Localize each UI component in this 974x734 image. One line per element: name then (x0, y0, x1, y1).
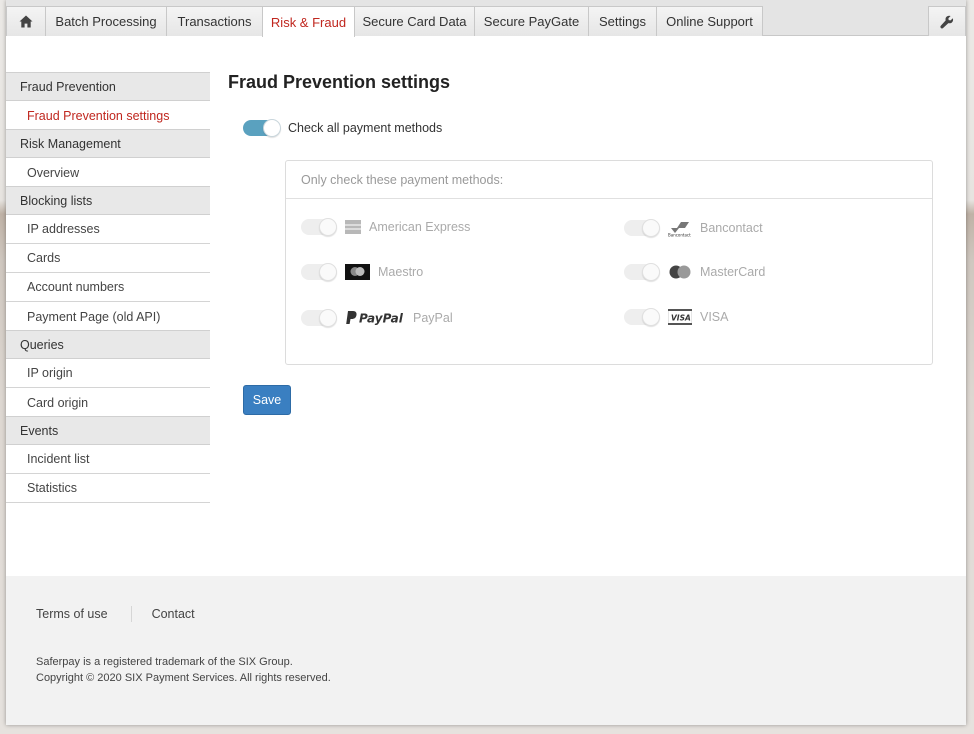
home-tab[interactable] (6, 6, 46, 36)
sidebar-item-ip-addresses[interactable]: IP addresses (6, 215, 210, 244)
tab-secure-card-data[interactable]: Secure Card Data (354, 6, 475, 36)
maestro-label: Maestro (378, 265, 424, 279)
maestro-logo-icon (345, 264, 370, 280)
panel-header: Only check these payment methods: (286, 161, 932, 199)
mastercard-logo-icon (668, 264, 692, 280)
tab-settings[interactable]: Settings (588, 6, 657, 36)
tab-online-support[interactable]: Online Support (656, 6, 763, 36)
amex-card-icon (345, 220, 361, 234)
sidebar-item-ip-origin[interactable]: IP origin (6, 359, 210, 388)
wrench-icon (940, 15, 954, 29)
paypal-logo-icon: PayPal (345, 309, 405, 327)
mastercard-label: MasterCard (700, 265, 766, 279)
sidebar-item-payment-page-old-api[interactable]: Payment Page (old API) (6, 302, 210, 331)
sidebar: Fraud Prevention Fraud Prevention settin… (6, 72, 210, 503)
tools-tab[interactable] (928, 6, 966, 36)
sidebar-item-overview[interactable]: Overview (6, 158, 210, 187)
sidebar-item-card-origin[interactable]: Card origin (6, 388, 210, 417)
sidebar-group-blocking-lists[interactable]: Blocking lists (6, 186, 210, 215)
check-all-label: Check all payment methods (288, 121, 443, 135)
payment-method-bancontact: Bancontact Bancontact (624, 219, 763, 237)
bancontact-logo-icon: Bancontact (668, 219, 692, 237)
contact-link[interactable]: Contact (152, 607, 195, 621)
check-all-row: Check all payment methods (243, 119, 443, 137)
footer: Terms of use Contact Saferpay is a regis… (6, 576, 966, 725)
sidebar-group-queries[interactable]: Queries (6, 330, 210, 359)
copyright-text: Copyright © 2020 SIX Payment Services. A… (36, 672, 331, 684)
sidebar-group-risk-management[interactable]: Risk Management (6, 129, 210, 158)
terms-of-use-link[interactable]: Terms of use (36, 607, 108, 621)
visa-logo-icon: VISA (668, 309, 692, 325)
tab-risk-fraud[interactable]: Risk & Fraud (262, 6, 355, 37)
paypal-label: PayPal (413, 311, 453, 325)
payment-method-paypal: PayPal PayPal (301, 309, 453, 327)
bancontact-toggle[interactable] (624, 219, 660, 237)
save-button[interactable]: Save (243, 385, 291, 415)
sidebar-item-account-numbers[interactable]: Account numbers (6, 273, 210, 302)
payment-method-visa: VISA VISA (624, 308, 729, 326)
paypal-toggle[interactable] (301, 309, 337, 327)
american-express-label: American Express (369, 220, 471, 234)
svg-text:PayPal: PayPal (359, 312, 404, 326)
american-express-toggle[interactable] (301, 218, 337, 236)
trademark-text: Saferpay is a registered trademark of th… (36, 656, 293, 668)
svg-text:VISA: VISA (671, 314, 691, 323)
maestro-toggle[interactable] (301, 263, 337, 281)
tab-secure-paygate[interactable]: Secure PayGate (474, 6, 589, 36)
sidebar-item-statistics[interactable]: Statistics (6, 474, 210, 503)
tab-transactions[interactable]: Transactions (166, 6, 263, 36)
mastercard-toggle[interactable] (624, 263, 660, 281)
top-navigation: Batch Processing Transactions Risk & Fra… (6, 0, 966, 37)
footer-legal: Saferpay is a registered trademark of th… (36, 654, 331, 686)
payment-method-mastercard: MasterCard (624, 263, 766, 281)
page: Batch Processing Transactions Risk & Fra… (6, 0, 966, 725)
sidebar-item-fraud-prevention-settings[interactable]: Fraud Prevention settings (6, 101, 210, 130)
footer-links: Terms of use Contact (36, 606, 195, 622)
footer-divider (130, 606, 132, 622)
tab-batch-processing[interactable]: Batch Processing (45, 6, 167, 36)
bancontact-label: Bancontact (700, 221, 763, 235)
sidebar-item-incident-list[interactable]: Incident list (6, 445, 210, 474)
sidebar-group-fraud-prevention[interactable]: Fraud Prevention (6, 72, 210, 101)
svg-text:Bancontact: Bancontact (668, 233, 691, 238)
payment-method-maestro: Maestro (301, 263, 424, 281)
check-all-toggle[interactable] (243, 119, 281, 137)
visa-label: VISA (700, 310, 729, 324)
payment-method-american-express: American Express (301, 218, 471, 236)
page-title: Fraud Prevention settings (228, 72, 451, 92)
home-icon (19, 15, 33, 28)
sidebar-group-events[interactable]: Events (6, 416, 210, 445)
visa-toggle[interactable] (624, 308, 660, 326)
payment-methods-panel: Only check these payment methods: Americ… (285, 160, 933, 365)
sidebar-item-cards[interactable]: Cards (6, 244, 210, 273)
